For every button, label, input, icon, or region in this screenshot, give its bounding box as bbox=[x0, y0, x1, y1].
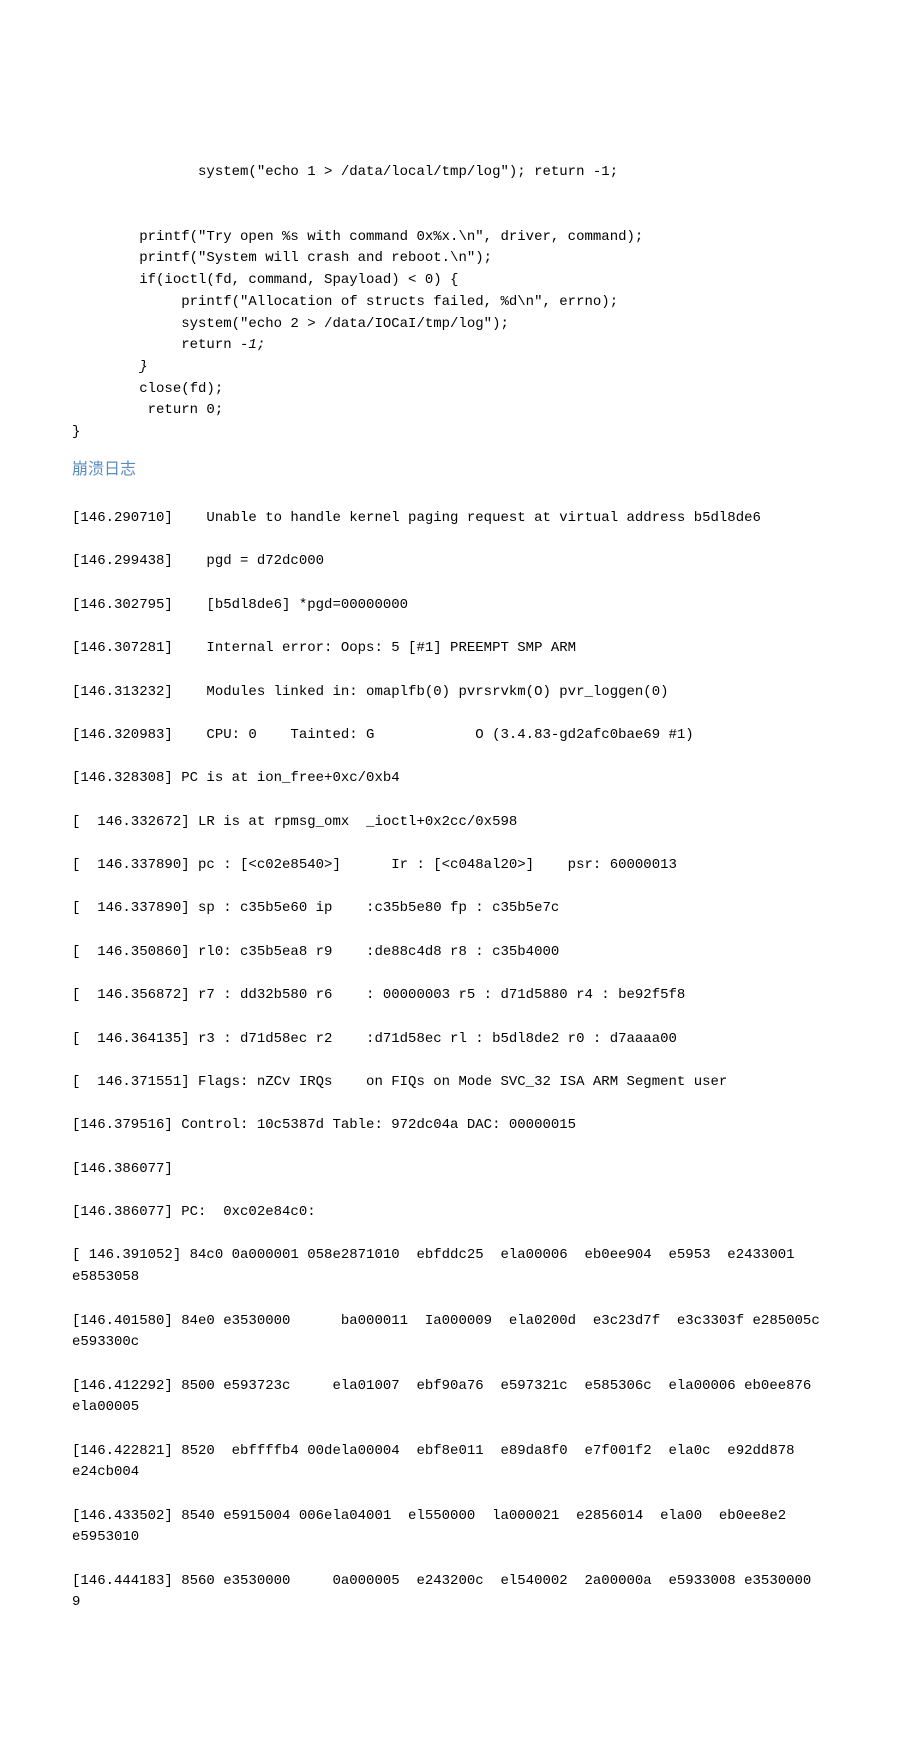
log-line: [146.386077] PC: 0xc02e84c0: bbox=[72, 1202, 848, 1224]
log-line: [146.433502] 8540 e5915004 006ela04001 e… bbox=[72, 1506, 848, 1549]
code-line: if(ioctl(fd, command, Spayload) < 0) { bbox=[72, 272, 458, 288]
log-line: [146.299438] pgd = d72dc000 bbox=[72, 551, 848, 573]
log-line: [146.401580] 84e0 e3530000 ba000011 Ia00… bbox=[72, 1311, 848, 1354]
log-line: [146.422821] 8520 ebffffb4 00dela00004 e… bbox=[72, 1441, 848, 1484]
log-line: [ 146.332672] LR is at rpmsg_omx _ioctl+… bbox=[72, 812, 848, 834]
log-line: [146.290710] Unable to handle kernel pag… bbox=[72, 508, 848, 530]
log-line: [146.328308] PC is at ion_free+0xc/0xb4 bbox=[72, 768, 848, 790]
log-line: [146.386077] bbox=[72, 1159, 848, 1181]
code-snippet: system("echo 1 > /data/local/tmp/log"); … bbox=[72, 140, 848, 444]
code-line: printf("Try open %s with command 0x%x.\n… bbox=[72, 229, 643, 245]
log-line: [ 146.391052] 84c0 0a000001 058e2871010 … bbox=[72, 1245, 848, 1288]
code-line: system("echo 1 > /data/local/tmp/log"); … bbox=[72, 164, 618, 180]
log-line: [146.444183] 8560 e3530000 0a000005 e243… bbox=[72, 1571, 848, 1614]
log-line: [ 146.337890] pc : [<c02e8540>] Ir : [<c… bbox=[72, 855, 848, 877]
log-line: [ 146.337890] sp : c35b5e60 ip :c35b5e80… bbox=[72, 898, 848, 920]
log-line: [146.307281] Internal error: Oops: 5 [#1… bbox=[72, 638, 848, 660]
log-line: [146.320983] CPU: 0 Tainted: G O (3.4.83… bbox=[72, 725, 848, 747]
code-line: system("echo 2 > /data/IOCaI/tmp/log"); bbox=[72, 316, 509, 332]
log-line: [ 146.350860] rl0: c35b5ea8 r9 :de88c4d8… bbox=[72, 942, 848, 964]
crash-log: [146.290710] Unable to handle kernel pag… bbox=[72, 486, 848, 1657]
code-line: close(fd); bbox=[72, 381, 223, 397]
log-line: [ 146.364135] r3 : d71d58ec r2 :d71d58ec… bbox=[72, 1029, 848, 1051]
code-line: } bbox=[72, 424, 80, 440]
code-line: return -1; bbox=[72, 337, 265, 353]
log-line: [ 146.356872] r7 : dd32b580 r6 : 0000000… bbox=[72, 985, 848, 1007]
code-line: return 0; bbox=[72, 402, 223, 418]
code-line: printf("System will crash and reboot.\n"… bbox=[72, 250, 492, 266]
log-line: [146.379516] Control: 10c5387d Table: 97… bbox=[72, 1115, 848, 1137]
document-page: system("echo 1 > /data/local/tmp/log"); … bbox=[0, 0, 920, 1738]
log-line: [146.313232] Modules linked in: omaplfb(… bbox=[72, 682, 848, 704]
log-line: [ 146.371551] Flags: nZCv IRQs on FIQs o… bbox=[72, 1072, 848, 1094]
crash-log-heading: 崩溃日志 bbox=[72, 458, 848, 483]
log-line: [146.412292] 8500 e593723c ela01007 ebf9… bbox=[72, 1376, 848, 1419]
log-line: [146.302795] [b5dl8de6] *pgd=00000000 bbox=[72, 595, 848, 617]
code-line: } bbox=[72, 359, 148, 375]
code-line: printf("Allocation of structs failed, %d… bbox=[72, 294, 618, 310]
